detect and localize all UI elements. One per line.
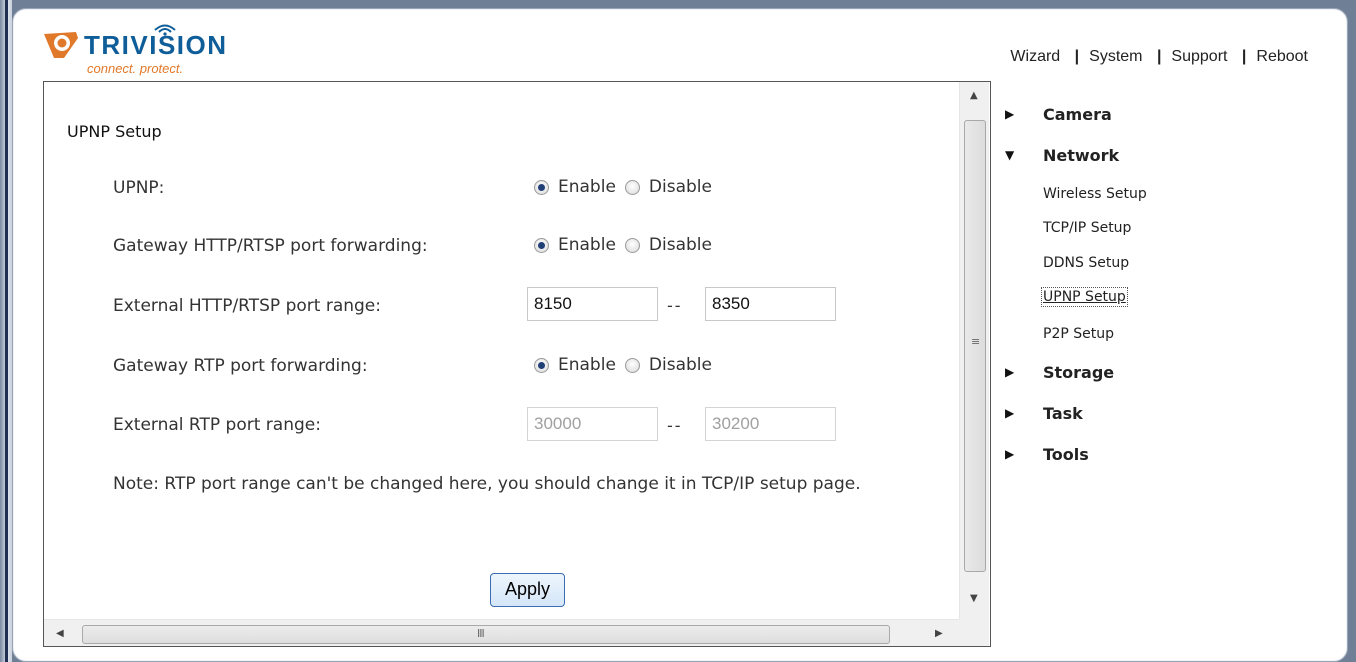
- menu-tools-label: Tools: [1043, 445, 1089, 464]
- support-link[interactable]: Support: [1171, 48, 1227, 65]
- range-separator: --: [667, 416, 683, 435]
- menu-network-label: Network: [1043, 146, 1120, 165]
- triangle-right-icon: ▶: [1005, 406, 1015, 420]
- system-link[interactable]: System: [1089, 48, 1142, 65]
- vertical-scrollbar[interactable]: ▲ ≡ ▼: [959, 82, 989, 619]
- nav-separator: |: [1156, 48, 1162, 65]
- external-http-label: External HTTP/RTSP port range:: [113, 296, 381, 316]
- radio-label: Disable: [648, 355, 712, 375]
- scroll-left-icon[interactable]: ◀: [56, 628, 64, 639]
- upnp-label: UPNP:: [113, 178, 165, 198]
- menu-task-label: Task: [1043, 404, 1083, 423]
- nav-separator: |: [1241, 48, 1247, 65]
- radio-label: Enable: [558, 355, 616, 375]
- vertical-scroll-thumb[interactable]: ≡: [964, 120, 986, 572]
- menu-tools[interactable]: ▶ Tools: [1005, 445, 1089, 464]
- radio-label: Disable: [648, 235, 712, 255]
- gateway-http-enable-radio[interactable]: [534, 237, 549, 253]
- gateway-rtp-disable-radio[interactable]: [624, 357, 640, 373]
- gateway-rtp-enable-radio[interactable]: [534, 357, 549, 373]
- menu-storage[interactable]: ▶ Storage: [1005, 363, 1114, 382]
- note-text: Note: RTP port range can't be changed he…: [113, 474, 861, 494]
- brand-tagline: connect. protect.: [87, 61, 184, 76]
- content-panel: UPNP Setup UPNP: Enable Disable Gateway …: [43, 81, 991, 647]
- external-rtp-from-input: 30000: [527, 407, 658, 441]
- triangle-right-icon: ▶: [1005, 365, 1015, 379]
- external-http-to-input[interactable]: 8350: [705, 287, 836, 321]
- scroll-down-icon[interactable]: ▼: [970, 593, 978, 604]
- menu-item-ddns-setup[interactable]: DDNS Setup: [1043, 255, 1129, 271]
- menu-item-tcpip-setup[interactable]: TCP/IP Setup: [1043, 220, 1131, 236]
- page-title: UPNP Setup: [67, 122, 162, 141]
- external-rtp-to-input: 30200: [705, 407, 836, 441]
- gateway-http-label: Gateway HTTP/RTSP port forwarding:: [113, 236, 428, 256]
- gateway-http-disable-radio[interactable]: [624, 237, 640, 253]
- scroll-right-icon[interactable]: ▶: [935, 628, 943, 639]
- triangle-down-icon: ▼: [1005, 148, 1015, 162]
- wizard-link[interactable]: Wizard: [1010, 48, 1060, 65]
- upnp-enable-radio[interactable]: [534, 179, 549, 195]
- gateway-rtp-radio-group: Enable Disable: [534, 355, 721, 375]
- external-rtp-label: External RTP port range:: [113, 415, 321, 435]
- radio-label: Enable: [558, 235, 616, 255]
- upnp-disable-radio[interactable]: [624, 179, 640, 195]
- range-separator: --: [667, 296, 683, 315]
- horizontal-scroll-thumb[interactable]: III: [82, 625, 890, 644]
- menu-task[interactable]: ▶ Task: [1005, 404, 1083, 423]
- menu-network[interactable]: ▼ Network: [1005, 146, 1119, 165]
- external-http-from-input[interactable]: 8150: [527, 287, 658, 321]
- reboot-link[interactable]: Reboot: [1256, 48, 1308, 65]
- camera-lens-icon: [44, 32, 78, 58]
- logo: TRIVISION connect. protect.: [40, 22, 260, 78]
- radio-label: Enable: [558, 177, 616, 197]
- menu-camera[interactable]: ▶ Camera: [1005, 105, 1112, 124]
- radio-label: Disable: [648, 177, 712, 197]
- scroll-up-icon[interactable]: ▲: [970, 90, 978, 101]
- apply-button[interactable]: Apply: [490, 573, 565, 607]
- menu-item-p2p-setup[interactable]: P2P Setup: [1043, 326, 1114, 342]
- top-nav: Wizard | System | Support | Reboot: [1010, 48, 1308, 66]
- menu-item-wireless-setup[interactable]: Wireless Setup: [1043, 186, 1147, 202]
- menu-item-upnp-setup[interactable]: UPNP Setup: [1041, 287, 1128, 307]
- gateway-http-radio-group: Enable Disable: [534, 235, 721, 255]
- window-edge: [0, 0, 12, 662]
- upnp-radio-group: Enable Disable: [534, 177, 721, 197]
- grip-icon: III: [477, 627, 485, 640]
- brand-name: TRIVISION: [84, 30, 228, 60]
- horizontal-scrollbar[interactable]: ◀ III ▶: [44, 619, 959, 646]
- nav-separator: |: [1074, 48, 1080, 65]
- triangle-right-icon: ▶: [1005, 107, 1015, 121]
- grip-icon: ≡: [971, 335, 981, 348]
- gateway-rtp-label: Gateway RTP port forwarding:: [113, 356, 368, 376]
- scroll-corner: [959, 619, 989, 646]
- triangle-right-icon: ▶: [1005, 447, 1015, 461]
- menu-storage-label: Storage: [1043, 363, 1115, 382]
- menu-camera-label: Camera: [1043, 105, 1112, 124]
